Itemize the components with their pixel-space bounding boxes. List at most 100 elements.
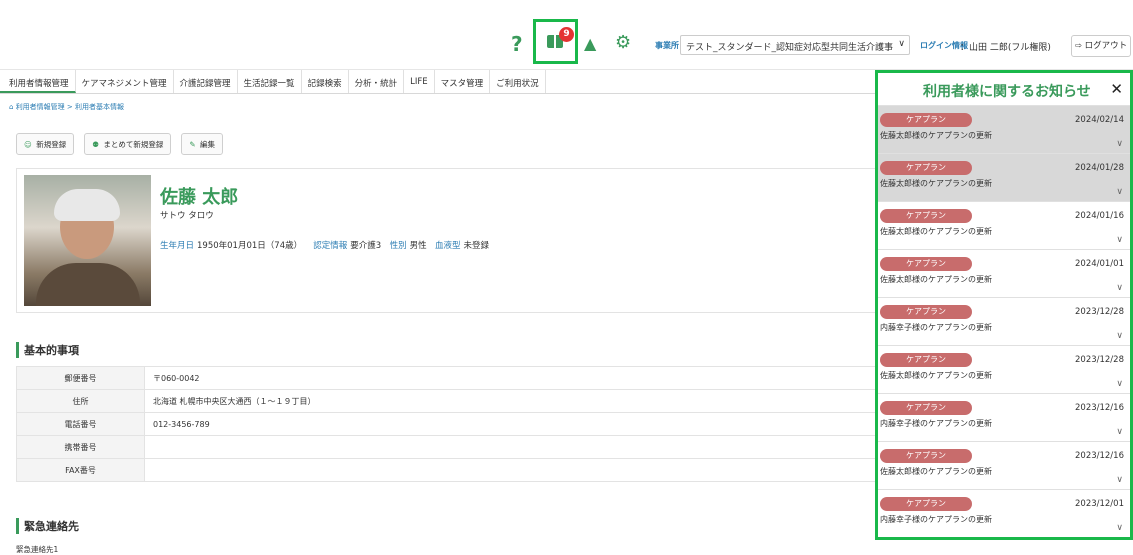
nav-item-master[interactable]: マスタ管理 (435, 70, 491, 93)
notice-date: 2023/12/01 (1075, 499, 1124, 509)
logout-button[interactable]: ⇨ ログアウト (1071, 35, 1131, 57)
table-row: 住所 北海道 札幌市中央区大通西（１～１９丁目） (16, 389, 876, 413)
notice-text: 佐藤太郎様のケアプランの更新 (880, 275, 992, 284)
notice-tag: ケアプラン (880, 113, 972, 127)
notice-text: 佐藤太郎様のケアプランの更新 (880, 131, 992, 140)
notice-text: 佐藤太郎様のケアプランの更新 (880, 227, 992, 236)
chevron-down-icon[interactable]: ∨ (1116, 427, 1123, 437)
edit-label: 編集 (200, 140, 216, 149)
user-name: 佐藤 太郎 (160, 187, 239, 208)
notice-item[interactable]: ケアプラン 2024/01/01 佐藤太郎様のケアプランの更新 ∨ (878, 250, 1130, 298)
emergency-section-title: 緊急連絡先 (16, 518, 79, 534)
nav-item-user-info[interactable]: 利用者情報管理 (0, 70, 76, 93)
office-select[interactable]: テスト_スタンダード_認知症対応型共同生活介護事 ∨ (680, 35, 910, 55)
notice-count-badge: 9 (559, 27, 574, 42)
notice-panel-header: 利用者様に関するお知らせ ✕ (878, 73, 1130, 106)
home-icon: ⌂ (9, 103, 14, 111)
notice-item[interactable]: ケアプラン 2024/01/28 佐藤太郎様のケアプランの更新 ∨ (878, 154, 1130, 202)
table-row: 郵便番号 〒060-0042 (16, 366, 876, 390)
basic-info-table: 郵便番号 〒060-0042 住所 北海道 札幌市中央区大通西（１～１９丁目） … (16, 366, 876, 482)
chevron-down-icon[interactable]: ∨ (1116, 139, 1123, 149)
notice-tag: ケアプラン (880, 401, 972, 415)
top-bar: ? 9 ▲ ⚙ 事業所 テスト_スタンダード_認知症対応型共同生活介護事 ∨ ロ… (0, 0, 1133, 70)
new-register-button[interactable]: ☺ 新規登録 (16, 133, 75, 155)
breadcrumb[interactable]: ⌂ 利用者情報管理 > 利用者基本情報 (9, 102, 124, 112)
notice-date: 2023/12/16 (1075, 451, 1124, 461)
notice-item[interactable]: ケアプラン 2023/12/01 内藤幸子様のケアプランの更新 ∨ (878, 490, 1130, 537)
chevron-down-icon[interactable]: ∨ (1116, 523, 1123, 533)
notice-tag: ケアプラン (880, 497, 972, 511)
notice-date: 2024/01/16 (1075, 211, 1124, 221)
table-label: 住所 (16, 389, 145, 413)
chevron-down-icon[interactable]: ∨ (1116, 283, 1123, 293)
breadcrumb-text[interactable]: 利用者情報管理 > 利用者基本情報 (16, 103, 124, 111)
nav-item-record-search[interactable]: 記録検索 (302, 70, 349, 93)
profile-card: 佐藤 太郎 サトウ タロウ 生年月日 1950年01月01日（74歳） 認定情報要… (16, 168, 876, 313)
table-value (144, 458, 876, 482)
bulk-register-label: まとめて新規登録 (103, 140, 164, 149)
edit-button[interactable]: ✎ 編集 (181, 133, 224, 155)
notice-date: 2024/01/28 (1075, 163, 1124, 173)
blood-label: 血液型 (435, 241, 461, 251)
nav-item-life[interactable]: LIFE (404, 70, 435, 93)
login-user-name: ：山田 二郎(フル権限) (960, 43, 1051, 53)
chevron-down-icon: ∨ (898, 39, 905, 49)
table-row: 携帯番号 (16, 435, 876, 459)
notice-tag: ケアプラン (880, 305, 972, 319)
notice-date: 2023/12/28 (1075, 307, 1124, 317)
notice-item[interactable]: ケアプラン 2024/02/14 佐藤太郎様のケアプランの更新 ∨ (878, 106, 1130, 154)
notice-item[interactable]: ケアプラン 2024/01/16 佐藤太郎様のケアプランの更新 ∨ (878, 202, 1130, 250)
close-icon[interactable]: ✕ (1110, 80, 1123, 98)
notice-item[interactable]: ケアプラン 2023/12/16 内藤幸子様のケアプランの更新 ∨ (878, 394, 1130, 442)
birth-label: 生年月日 (160, 241, 195, 251)
notice-panel: 利用者様に関するお知らせ ✕ ケアプラン 2024/02/14 佐藤太郎様のケア… (875, 70, 1133, 540)
help-icon[interactable]: ? (511, 32, 523, 56)
user-icon: ☺ (24, 140, 32, 149)
chevron-down-icon[interactable]: ∨ (1116, 235, 1123, 245)
bulk-register-button[interactable]: ⚉ まとめて新規登録 (84, 133, 172, 155)
office-select-value: テスト_スタンダード_認知症対応型共同生活介護事 (686, 43, 894, 53)
birth-value: 1950年01月01日（74歳） (197, 241, 303, 251)
emergency-sub-label: 緊急連絡先1 (16, 545, 59, 554)
notice-tag: ケアプラン (880, 449, 972, 463)
chevron-down-icon[interactable]: ∨ (1116, 331, 1123, 341)
table-value: 〒060-0042 (144, 366, 876, 390)
table-row: FAX番号 (16, 458, 876, 482)
table-value (144, 435, 876, 459)
nav-item-care-management[interactable]: ケアマネジメント管理 (76, 70, 174, 93)
bell-icon[interactable]: ▲ (584, 34, 596, 53)
office-label: 事業所 (655, 41, 679, 50)
table-value: 北海道 札幌市中央区大通西（１～１９丁目） (144, 389, 876, 413)
user-photo (24, 175, 151, 306)
table-row: 電話番号 012-3456-789 (16, 412, 876, 436)
notice-item[interactable]: ケアプラン 2023/12/16 佐藤太郎様のケアプランの更新 ∨ (878, 442, 1130, 490)
notice-tag: ケアプラン (880, 257, 972, 271)
chevron-down-icon[interactable]: ∨ (1116, 475, 1123, 485)
notice-text: 内藤幸子様のケアプランの更新 (880, 419, 992, 428)
blood-value: 未登録 (463, 241, 490, 251)
table-label: 郵便番号 (16, 366, 145, 390)
users-icon: ⚉ (92, 140, 99, 149)
table-label: FAX番号 (16, 458, 145, 482)
gear-icon[interactable]: ⚙ (615, 32, 631, 53)
notice-text: 佐藤太郎様のケアプランの更新 (880, 371, 992, 380)
notice-date: 2023/12/16 (1075, 403, 1124, 413)
cert-value: 要介護3 (350, 241, 382, 251)
gender-value: 男性 (409, 241, 427, 251)
notice-text: 佐藤太郎様のケアプランの更新 (880, 467, 992, 476)
notice-button[interactable]: 9 (533, 19, 578, 64)
nav-item-usage[interactable]: ご利用状況 (490, 70, 546, 93)
user-kana: サトウ タロウ (160, 211, 214, 221)
chevron-down-icon[interactable]: ∨ (1116, 379, 1123, 389)
notice-text: 佐藤太郎様のケアプランの更新 (880, 179, 992, 188)
notice-tag: ケアプラン (880, 353, 972, 367)
notice-tag: ケアプラン (880, 209, 972, 223)
notice-item[interactable]: ケアプラン 2023/12/28 内藤幸子様のケアプランの更新 ∨ (878, 298, 1130, 346)
notice-item[interactable]: ケアプラン 2023/12/28 佐藤太郎様のケアプランの更新 ∨ (878, 346, 1130, 394)
nav-item-life-records[interactable]: 生活記録一覧 (238, 70, 302, 93)
nav-item-analytics[interactable]: 分析・統計 (349, 70, 405, 93)
nav-item-care-records[interactable]: 介護記録管理 (174, 70, 238, 93)
chevron-down-icon[interactable]: ∨ (1116, 187, 1123, 197)
notice-date: 2024/02/14 (1075, 115, 1124, 125)
basic-section-title: 基本的事項 (16, 342, 79, 358)
